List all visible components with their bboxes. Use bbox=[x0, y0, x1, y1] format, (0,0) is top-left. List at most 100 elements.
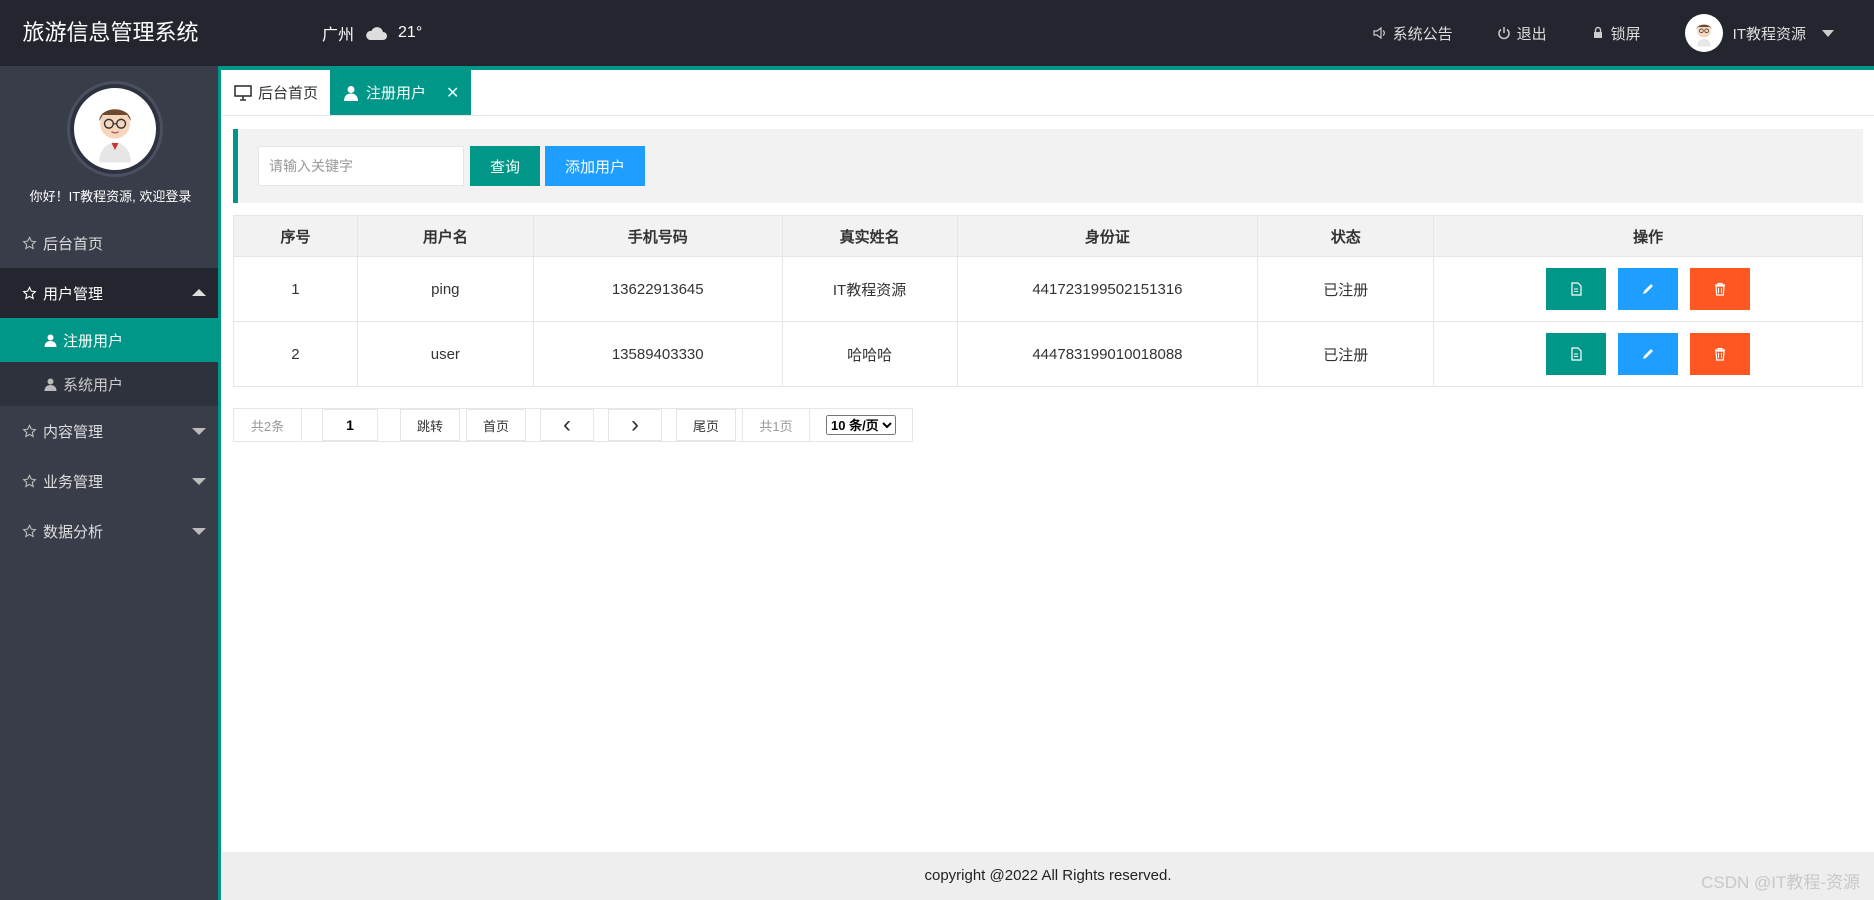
sidebar-avatar bbox=[70, 84, 160, 174]
username-label: IT教程资源 bbox=[1732, 25, 1806, 43]
table-header-row: 序号 用户名 手机号码 真实姓名 身份证 状态 操作 bbox=[233, 215, 1863, 257]
view-button[interactable] bbox=[1546, 333, 1607, 375]
star-icon bbox=[22, 473, 37, 488]
star-icon bbox=[22, 235, 37, 250]
pagination: 共2条 跳转 首页 ‹ › 尾页 共1页 10 条/页 bbox=[233, 408, 913, 442]
jump-button[interactable]: 跳转 bbox=[400, 409, 460, 441]
power-icon bbox=[1497, 27, 1510, 40]
page-input[interactable] bbox=[322, 409, 378, 441]
delete-icon bbox=[1715, 282, 1726, 296]
cell-status: 已注册 bbox=[1257, 256, 1435, 322]
total-pages: 共1页 bbox=[742, 409, 810, 441]
delete-icon bbox=[1715, 347, 1726, 361]
lock-icon bbox=[1593, 26, 1602, 38]
star-icon bbox=[22, 285, 37, 300]
table-row: 2 user 13589403330 哈哈哈 44478319901001808… bbox=[233, 321, 1863, 387]
logout-label: 退出 bbox=[1516, 25, 1547, 43]
last-page-button[interactable]: 尾页 bbox=[676, 409, 736, 441]
notice-label: 系统公告 bbox=[1392, 25, 1453, 43]
tab-bar: 后台首页 注册用户 ✕ bbox=[222, 70, 1874, 116]
column-header: 序号 bbox=[233, 215, 358, 257]
cell-index: 2 bbox=[233, 321, 358, 387]
welcome-text: 你好！IT教程资源, 欢迎登录 bbox=[29, 189, 192, 204]
cell-username: user bbox=[356, 321, 534, 387]
cell-actions bbox=[1433, 321, 1863, 387]
first-page-button[interactable]: 首页 bbox=[466, 409, 526, 441]
page-size-select[interactable]: 10 条/页 bbox=[826, 415, 896, 435]
cell-realname: IT教程资源 bbox=[781, 256, 958, 322]
app-title: 旅游信息管理系统 bbox=[22, 20, 199, 45]
cell-status: 已注册 bbox=[1257, 321, 1435, 387]
sidebar-menu: 后台首页 用户管理 注册用户 系统用户 内容管理 业务管理 数据分析 bbox=[0, 218, 218, 556]
footer: copyright @2022 All Rights reserved. bbox=[222, 852, 1874, 900]
cell-phone: 13589403330 bbox=[532, 321, 783, 387]
monitor-icon bbox=[234, 84, 252, 101]
copyright-text: copyright @2022 All Rights reserved. bbox=[924, 867, 1172, 884]
sidebar-item-business-management[interactable]: 业务管理 bbox=[0, 456, 218, 506]
cell-idcard: 441723199502151316 bbox=[956, 256, 1259, 322]
star-icon bbox=[22, 523, 37, 538]
weather-temp: 21° bbox=[398, 24, 423, 41]
sidebar-item-content-management[interactable]: 内容管理 bbox=[0, 406, 218, 456]
next-page-button[interactable]: › bbox=[608, 409, 662, 441]
close-icon[interactable]: ✕ bbox=[446, 83, 459, 103]
user-icon bbox=[44, 334, 57, 347]
total-count: 共2条 bbox=[234, 409, 302, 441]
cell-idcard: 444783199010018088 bbox=[956, 321, 1259, 387]
column-header: 操作 bbox=[1433, 215, 1863, 257]
avatar-image bbox=[99, 108, 131, 163]
sidebar-item-system-users[interactable]: 系统用户 bbox=[0, 362, 218, 406]
cell-phone: 13622913645 bbox=[532, 256, 783, 322]
lock-label: 锁屏 bbox=[1610, 25, 1641, 43]
user-menu[interactable]: IT教程资源 bbox=[1684, 14, 1834, 52]
column-header: 状态 bbox=[1257, 215, 1435, 257]
tab-label: 后台首页 bbox=[258, 85, 319, 102]
edit-icon bbox=[1643, 349, 1654, 359]
sidebar-item-label: 数据分析 bbox=[43, 523, 104, 541]
view-button[interactable] bbox=[1546, 268, 1607, 310]
cell-index: 1 bbox=[233, 256, 358, 322]
sidebar-item-label: 注册用户 bbox=[63, 332, 124, 350]
sidebar-item-user-management[interactable]: 用户管理 bbox=[0, 268, 218, 318]
sidebar-item-home[interactable]: 后台首页 bbox=[0, 218, 218, 268]
watermark: CSDN @IT教程-资源 bbox=[1701, 873, 1860, 892]
top-header: 旅游信息管理系统 广州 21° 系统公告 退出 锁屏 IT教程资源 bbox=[0, 0, 1874, 66]
table-row: 1 ping 13622913645 IT教程资源 44172319950215… bbox=[233, 256, 1863, 322]
weather-city: 广州 bbox=[322, 27, 355, 44]
search-toolbar: 查询 添加用户 bbox=[233, 129, 1863, 203]
user-icon bbox=[44, 378, 57, 391]
star-icon bbox=[22, 423, 37, 438]
column-header: 手机号码 bbox=[532, 215, 783, 257]
tab-label: 注册用户 bbox=[366, 85, 427, 102]
tab-home[interactable]: 后台首页 bbox=[222, 70, 330, 115]
notice-button[interactable]: 系统公告 bbox=[1373, 23, 1453, 44]
chevron-down-icon bbox=[192, 528, 206, 535]
weather-widget: 广州 21° bbox=[322, 22, 422, 44]
delete-button[interactable] bbox=[1690, 268, 1751, 310]
sidebar-item-label: 系统用户 bbox=[63, 376, 124, 394]
sidebar: 你好！IT教程资源, 欢迎登录 后台首页 用户管理 注册用户 系统用户 内容管理… bbox=[0, 66, 221, 900]
lock-button[interactable]: 锁屏 bbox=[1591, 23, 1641, 44]
prev-page-button[interactable]: ‹ bbox=[540, 409, 594, 441]
chevron-up-icon bbox=[192, 289, 206, 296]
query-button[interactable]: 查询 bbox=[470, 146, 540, 186]
search-input[interactable] bbox=[258, 146, 464, 186]
page-size-wrapper: 10 条/页 bbox=[810, 409, 912, 441]
sidebar-item-registered-users[interactable]: 注册用户 bbox=[0, 318, 218, 362]
edit-button[interactable] bbox=[1618, 333, 1679, 375]
sidebar-item-data-analysis[interactable]: 数据分析 bbox=[0, 506, 218, 556]
users-table: 序号 用户名 手机号码 真实姓名 身份证 状态 操作 1 ping 136229… bbox=[233, 215, 1863, 387]
header-actions: 系统公告 退出 锁屏 IT教程资源 bbox=[1373, 0, 1874, 66]
avatar bbox=[1684, 14, 1723, 52]
sidebar-item-label: 业务管理 bbox=[43, 473, 104, 491]
cell-username: ping bbox=[356, 256, 534, 322]
chevron-down-icon bbox=[1822, 29, 1834, 37]
cell-realname: 哈哈哈 bbox=[781, 321, 958, 387]
delete-button[interactable] bbox=[1690, 333, 1751, 375]
tab-registered-users[interactable]: 注册用户 ✕ bbox=[330, 70, 472, 115]
cloud-icon bbox=[366, 27, 388, 40]
edit-button[interactable] bbox=[1618, 268, 1679, 310]
logout-button[interactable]: 退出 bbox=[1497, 23, 1547, 44]
column-header: 身份证 bbox=[956, 215, 1259, 257]
add-user-button[interactable]: 添加用户 bbox=[545, 146, 645, 186]
